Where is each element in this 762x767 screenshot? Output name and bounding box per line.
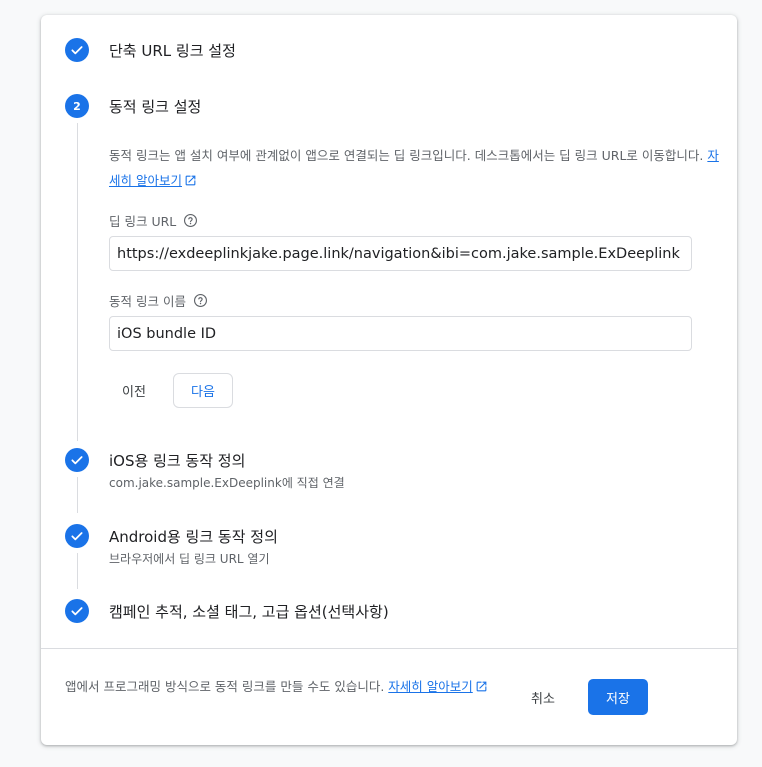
deep-link-url-label: 딥 링크 URL: [109, 211, 198, 230]
cancel-button[interactable]: 취소: [525, 687, 561, 708]
footer-divider: [41, 648, 737, 649]
link-name-label-text: 동적 링크 이름: [109, 294, 186, 309]
deep-link-url-label-text: 딥 링크 URL: [109, 214, 177, 229]
step-3-connector-line: [77, 477, 78, 513]
step-3-check-icon: [65, 448, 89, 472]
next-button[interactable]: 다음: [173, 373, 233, 408]
step-2-number: 2: [73, 99, 81, 113]
back-button[interactable]: 이전: [116, 380, 152, 401]
dynamic-link-card: 단축 URL 링크 설정 2 동적 링크 설정 동적 링크는 앱 설치 여부에 …: [41, 15, 737, 745]
step-5-title[interactable]: 캠페인 추적, 소셜 태그, 고급 옵션(선택사항): [109, 601, 389, 622]
link-name-input[interactable]: [109, 316, 692, 351]
step-2-title[interactable]: 동적 링크 설정: [109, 96, 201, 117]
footer-message-text: 앱에서 프로그래밍 방식으로 동적 링크를 만들 수도 있습니다.: [65, 679, 385, 694]
step-1-check-icon: [65, 38, 89, 62]
footer-message: 앱에서 프로그래밍 방식으로 동적 링크를 만들 수도 있습니다. 자세히 알아…: [65, 676, 488, 695]
step-3-title[interactable]: iOS용 링크 동작 정의: [109, 450, 245, 471]
step-5-check-icon: [65, 599, 89, 623]
footer-learn-more-label: 자세히 알아보기: [388, 679, 473, 694]
step-2-number-badge: 2: [65, 94, 89, 118]
help-icon[interactable]: [193, 293, 208, 308]
deep-link-url-input[interactable]: [109, 236, 692, 271]
step-2-description: 동적 링크는 앱 설치 여부에 관계없이 앱으로 연결되는 딥 링크입니다. 데…: [109, 143, 724, 193]
open-in-new-icon: [185, 175, 196, 186]
link-name-label: 동적 링크 이름: [109, 291, 208, 310]
footer-learn-more-link[interactable]: 자세히 알아보기: [388, 679, 487, 694]
step-4-check-icon: [65, 524, 89, 548]
description-text: 동적 링크는 앱 설치 여부에 관계없이 앱으로 연결되는 딥 링크입니다. 데…: [109, 148, 704, 163]
step-1-title[interactable]: 단축 URL 링크 설정: [109, 40, 236, 61]
save-button[interactable]: 저장: [588, 679, 648, 715]
open-in-new-icon: [476, 681, 487, 692]
step-4-connector-line: [77, 553, 78, 589]
step-4-title[interactable]: Android용 링크 동작 정의: [109, 526, 278, 547]
step-2-connector-line: [77, 123, 78, 441]
step-3-subtitle: com.jake.sample.ExDeeplink에 직접 연결: [109, 476, 345, 490]
help-icon[interactable]: [183, 213, 198, 228]
step-4-subtitle: 브라우저에서 딥 링크 URL 열기: [109, 552, 270, 566]
